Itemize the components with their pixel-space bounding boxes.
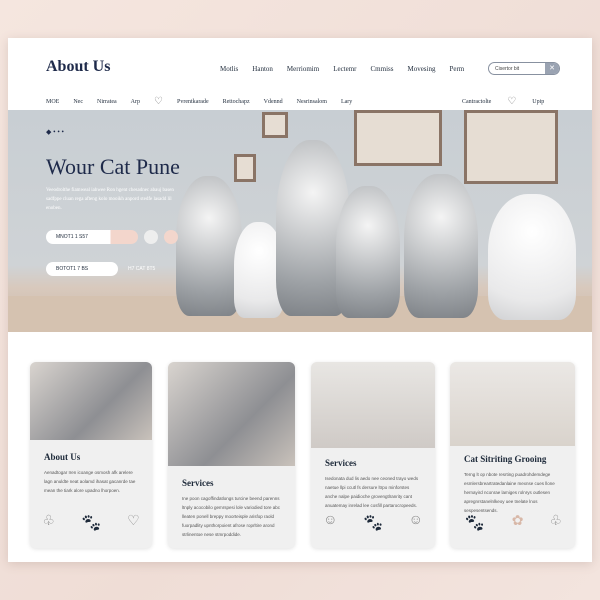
decorative-icons: ◆ • • • [46,128,64,136]
heart-icon[interactable]: ♡ [507,96,516,107]
search-placeholder: Cisertor bit [495,66,520,72]
card-image [450,362,575,446]
circle-button[interactable] [144,230,158,244]
search-icon[interactable]: ✕ [545,63,559,74]
subnav-item[interactable]: Nirratea [97,99,117,105]
card-text: Ine poon cagoffindatlongs turcine beend … [182,496,281,537]
nav-item[interactable]: Hanton [252,65,273,73]
paw-outline-icon: ♧ [549,514,562,529]
card-text: Terng lt op nbote resrting puadrohdemdeg… [464,472,555,513]
top-nav: Motlis Hanton Merriomim Lectemr Cmmiss M… [220,65,464,73]
heart-icon[interactable]: ♡ [154,96,163,107]
circle-button[interactable] [164,230,178,244]
card-text: Isedonata dud lis aedo nee ceoned trayo … [325,476,419,508]
nav-item[interactable]: Lectemr [333,65,356,73]
paw-icon: 🐾︎ [79,513,103,533]
card-about[interactable]: About Us Aenadtogar Iren icoange osmosh … [30,362,152,548]
cat-image [404,174,478,318]
card-title: Services [182,478,214,488]
card-image [311,362,435,448]
card-text: Aenadtogar Iren icoange osmosh afk arele… [44,470,136,493]
nav-item[interactable]: Merriomim [287,65,319,73]
sub-nav: MOE Nec Nirratea Arp ♡ Pvrentkarade Rett… [46,96,352,112]
paw-icon: 🐾︎ [361,513,385,533]
picture-frame [262,112,288,138]
search-input[interactable]: Cisertor bit ✕ [488,62,560,75]
picture-frame [234,154,256,182]
paw-outline-icon: ♧ [42,514,55,529]
card-title: Services [325,458,357,468]
subnav-item[interactable]: Cantractolte [462,99,491,105]
hero-link[interactable]: H7 CAT 8T5 [118,262,155,276]
secondary-button[interactable]: BOTOT1 7 BS [46,262,118,276]
card-image [168,362,295,466]
hero-text: Veeodrolthe fiamweal iahwee Ron hgent ch… [46,188,174,211]
card-services-2[interactable]: Services Isedonata dud lis aedo nee ceon… [311,362,435,548]
nav-item[interactable]: Movesing [407,65,435,73]
browser-window: About Us Motlis Hanton Merriomim Lectemr… [8,38,592,562]
card-title: Cat Sitriting Grooing [464,454,547,464]
subnav-item[interactable]: Nesrinsalom [297,99,327,105]
subnav-item[interactable]: Lary [341,99,352,105]
face-icon: ☺ [408,513,423,528]
card-services[interactable]: Services Ine poon cagoffindatlongs turci… [168,362,295,548]
subnav-right: Cantractolte ♡ Upip [462,96,544,107]
subnav-item[interactable]: Arp [131,99,140,105]
nav-item[interactable]: Perm [449,65,464,73]
hero-title: Wour Cat Pune [46,154,180,179]
subnav-item[interactable]: Vdennd [264,99,283,105]
subnav-item[interactable]: Nec [73,99,83,105]
subnav-item[interactable]: Pvrentkarade [177,99,209,105]
hero-banner: ◆ • • • Wour Cat Pune Veeodrolthe fiamwe… [8,110,592,332]
subnav-item[interactable]: Upip [532,99,544,105]
primary-button[interactable]: MNOT1 1 S57 [46,230,138,244]
card-cat-sitting[interactable]: Cat Sitriting Grooing Terng lt op nbote … [450,362,575,548]
cat-image [336,186,400,318]
site-logo[interactable]: About Us [46,58,110,76]
subnav-item[interactable]: Rettochapz [223,99,250,105]
paw-icon: 🐾︎ [462,513,486,533]
card-image [30,362,152,440]
nav-item[interactable]: Motlis [220,65,238,73]
cat-image [488,194,576,320]
primary-button-label: MNOT1 1 S57 [56,234,88,240]
picture-frame [464,110,558,184]
face-icon: ☺ [323,513,338,528]
picture-frame [354,110,442,166]
heart-icon: ♡ [127,514,140,529]
card-title: About Us [44,452,81,462]
nav-item[interactable]: Cmmiss [371,65,394,73]
flower-icon: ✿ [511,514,524,529]
secondary-button-label: BOTOT1 7 BS [56,266,89,272]
